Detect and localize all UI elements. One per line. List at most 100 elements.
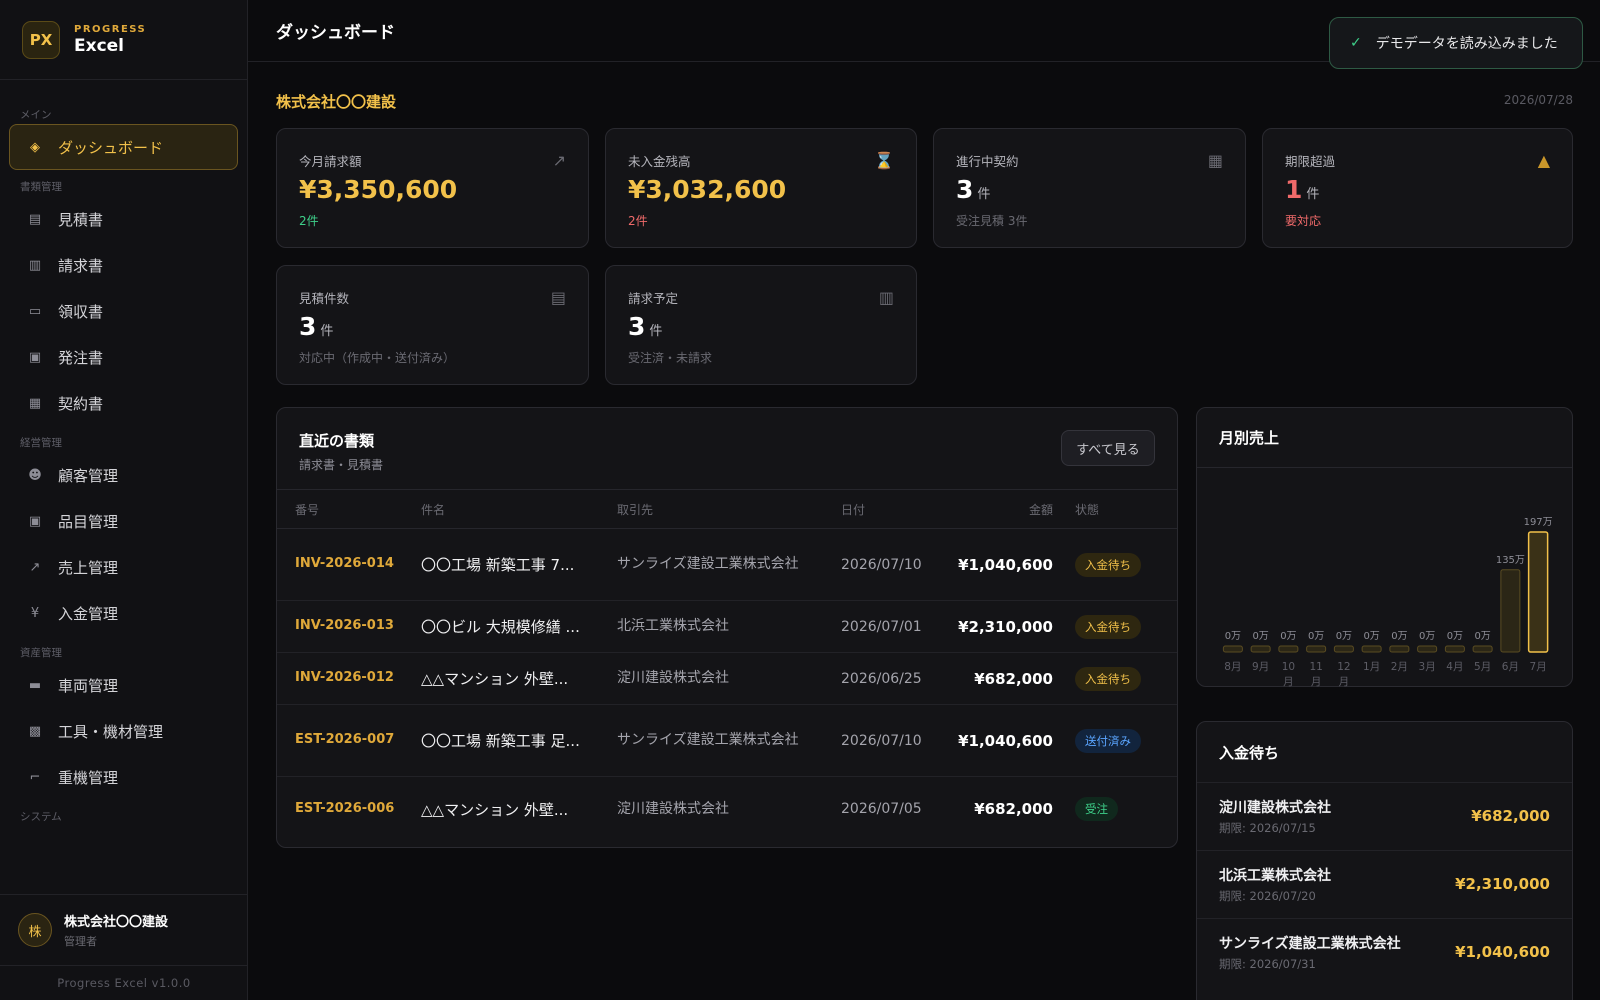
sidebar-item-label: 入金管理 — [58, 604, 119, 623]
view-all-button[interactable]: すべて見る — [1061, 430, 1155, 466]
document-amount: ¥1,040,600 — [958, 555, 1053, 574]
sidebar-item[interactable]: ↗ 売上管理 — [9, 544, 238, 590]
chart-bar[interactable] — [1527, 531, 1549, 653]
sidebar-nav: メイン ◈ ダッシュボード 書類管理 ▤ 見積書 ▥ 請求書 ▭ 領収書 ▣ 発注書 ▦ 契約書 経営管理 ☻… — [0, 80, 247, 832]
column-header-number[interactable]: 番号 — [295, 490, 403, 528]
nav-icon: ◈ — [30, 139, 40, 155]
pending-payments-panel: 入金待ち 淀川建設株式会社 期限: 2026/07/15 ¥682,000 北浜工業株… — [1196, 721, 1573, 1000]
sidebar-item[interactable]: ☻ 顧客管理 — [9, 452, 238, 498]
sidebar-item[interactable]: ▩ 工具・機材管理 — [9, 708, 238, 754]
chart-bar[interactable] — [1472, 645, 1493, 653]
document-number[interactable]: INV-2026-014 — [295, 529, 403, 600]
nav-icon: ▭ — [28, 303, 42, 319]
stat-value: 1件 — [1285, 175, 1320, 204]
table-body: INV-2026-014 〇〇工場 新築工事 7... サンライズ建設工業株式会社 2… — [277, 529, 1177, 841]
sidebar-item[interactable]: ▭ 領収書 — [9, 288, 238, 334]
invoice-icon: ▥ — [878, 288, 894, 307]
toast-notification[interactable]: ✓ デモデータを読み込みました — [1329, 17, 1583, 69]
document-date: 2026/07/01 — [841, 618, 922, 635]
brand[interactable]: PX PROGRESS Excel — [0, 0, 247, 80]
pending-item[interactable]: 淀川建設株式会社 期限: 2026/07/15 ¥682,000 — [1197, 782, 1572, 850]
sidebar: PX PROGRESS Excel メイン ◈ ダッシュボード 書類管理 ▤ 見積書 ▥ 請求… — [0, 0, 248, 1000]
sidebar-item[interactable]: ◈ ダッシュボード — [9, 124, 238, 170]
chart-tick-label: 12 月 — [1337, 661, 1350, 688]
stat-sub: 受注見積 3件 — [956, 214, 1028, 228]
document-subject: 〇〇工場 新築工事 足... — [421, 732, 580, 750]
document-client: サンライズ建設工業株式会社 — [617, 732, 799, 748]
sidebar-item[interactable]: ¥ 入金管理 — [9, 590, 238, 636]
sidebar-item[interactable]: ▣ 品目管理 — [9, 498, 238, 544]
chart-value-label: 0万 — [1419, 631, 1435, 642]
document-client: 北浜工業株式会社 — [617, 618, 729, 634]
chart-value-label: 0万 — [1474, 631, 1490, 642]
table-row[interactable]: INV-2026-014 〇〇工場 新築工事 7... サンライズ建設工業株式会社 2… — [277, 529, 1177, 601]
chart-bar[interactable] — [1417, 645, 1438, 653]
document-subject: 〇〇工場 新築工事 7... — [421, 556, 575, 574]
column-header-status[interactable]: 状態 — [1075, 490, 1165, 528]
pending-due-date: 期限: 2026/07/15 — [1219, 821, 1316, 835]
stat-label: 期限超過 — [1285, 154, 1336, 169]
chart-bar[interactable] — [1222, 645, 1243, 653]
document-number[interactable]: INV-2026-013 — [295, 601, 403, 652]
chart-bar[interactable] — [1250, 645, 1271, 653]
recent-documents-panel: 直近の書類 請求書・見積書 すべて見る 番号 件名 取引先 日付 金額 状態 I… — [276, 407, 1178, 848]
column-header-subject[interactable]: 件名 — [421, 490, 599, 528]
sidebar-item[interactable]: ▤ 見積書 — [9, 196, 238, 242]
stat-card-unpaid-balance[interactable]: 未入金残高 ⌛ ¥3,032,600 2件 — [605, 128, 917, 248]
nav-section-label: 資産管理 — [20, 646, 62, 659]
stat-label: 見積件数 — [299, 291, 350, 306]
stat-card-overdue[interactable]: 期限超過 ▲ 1件 要対応 — [1262, 128, 1573, 248]
table-row[interactable]: INV-2026-012 △△マンション 外壁... 淀川建設株式会社 2026/06… — [277, 653, 1177, 705]
page-title: ダッシュボード — [276, 23, 395, 43]
table-row[interactable]: EST-2026-006 △△マンション 外壁... 淀川建設株式会社 2026/07… — [277, 777, 1177, 841]
sidebar-item[interactable]: ▦ 契約書 — [9, 380, 238, 426]
stat-card-monthly-invoice[interactable]: 今月請求額 ↗ ¥3,350,600 2件 — [276, 128, 589, 248]
document-number[interactable]: INV-2026-012 — [295, 653, 403, 704]
table-row[interactable]: EST-2026-007 〇〇工場 新築工事 足... サンライズ建設工業株式会社 2… — [277, 705, 1177, 777]
stat-card-planned-invoices[interactable]: 請求予定 ▥ 3件 受注済・未請求 — [605, 265, 917, 385]
chart-bar[interactable] — [1444, 645, 1465, 653]
chart-bar[interactable] — [1306, 645, 1327, 653]
nav-icon: ☻ — [28, 467, 42, 483]
pending-item[interactable]: サンライズ建設工業株式会社 期限: 2026/07/31 ¥1,040,600 — [1197, 918, 1572, 986]
sidebar-item[interactable]: ⌐ 重機管理 — [9, 754, 238, 800]
nav-icon: ▤ — [28, 211, 42, 227]
pending-item[interactable]: 北浜工業株式会社 期限: 2026/07/20 ¥2,310,000 — [1197, 850, 1572, 918]
chart-bar[interactable] — [1500, 569, 1521, 653]
column-header-client[interactable]: 取引先 — [617, 490, 817, 528]
chart-bar[interactable] — [1389, 645, 1410, 653]
sidebar-item-label: 車両管理 — [58, 676, 119, 695]
chart-bar[interactable] — [1361, 645, 1382, 653]
sidebar-item-label: 重機管理 — [58, 768, 119, 787]
stat-label: 進行中契約 — [956, 154, 1019, 169]
sidebar-item[interactable]: ▣ 発注書 — [9, 334, 238, 380]
document-amount: ¥682,000 — [974, 669, 1053, 688]
chart-bar[interactable] — [1333, 645, 1354, 653]
column-header-date[interactable]: 日付 — [841, 490, 951, 528]
chart-tick-label: 3月 — [1419, 661, 1436, 673]
sidebar-item[interactable]: ▥ 請求書 — [9, 242, 238, 288]
pending-due-date: 期限: 2026/07/31 — [1219, 957, 1316, 971]
table-row[interactable]: INV-2026-013 〇〇ビル 大規模修繕 ... 北浜工業株式会社 2026/0… — [277, 601, 1177, 653]
stat-card-estimate-count[interactable]: 見積件数 ▤ 3件 対応中（作成中・送付済み） — [276, 265, 589, 385]
stat-sub: 2件 — [299, 214, 319, 228]
chart-bar[interactable] — [1278, 645, 1299, 653]
user-role: 管理者 — [64, 935, 97, 948]
nav-section-label: 書類管理 — [20, 180, 62, 193]
column-header-amount[interactable]: 金額 — [937, 490, 1053, 528]
pending-amount: ¥2,310,000 — [1455, 875, 1550, 893]
user-profile[interactable]: 株 株式会社〇〇建設 管理者 — [0, 894, 248, 966]
stat-value: ¥3,350,600 — [299, 175, 458, 204]
document-number[interactable]: EST-2026-006 — [295, 777, 403, 841]
chart-tick-label: 5月 — [1474, 661, 1491, 673]
sidebar-item[interactable]: ▬ 車両管理 — [9, 662, 238, 708]
avatar: 株 — [18, 913, 52, 947]
status-badge: 入金待ち — [1075, 552, 1141, 577]
nav-icon: ▬ — [28, 677, 42, 693]
stat-card-active-contracts[interactable]: 進行中契約 ▦ 3件 受注見積 3件 — [933, 128, 1246, 248]
warning-icon: ▲ — [1537, 151, 1550, 170]
document-number[interactable]: EST-2026-007 — [295, 705, 403, 776]
chart-value-label: 197万 — [1524, 517, 1553, 528]
nav-section-label: システム — [20, 810, 62, 823]
stat-sub: 2件 — [628, 214, 648, 228]
